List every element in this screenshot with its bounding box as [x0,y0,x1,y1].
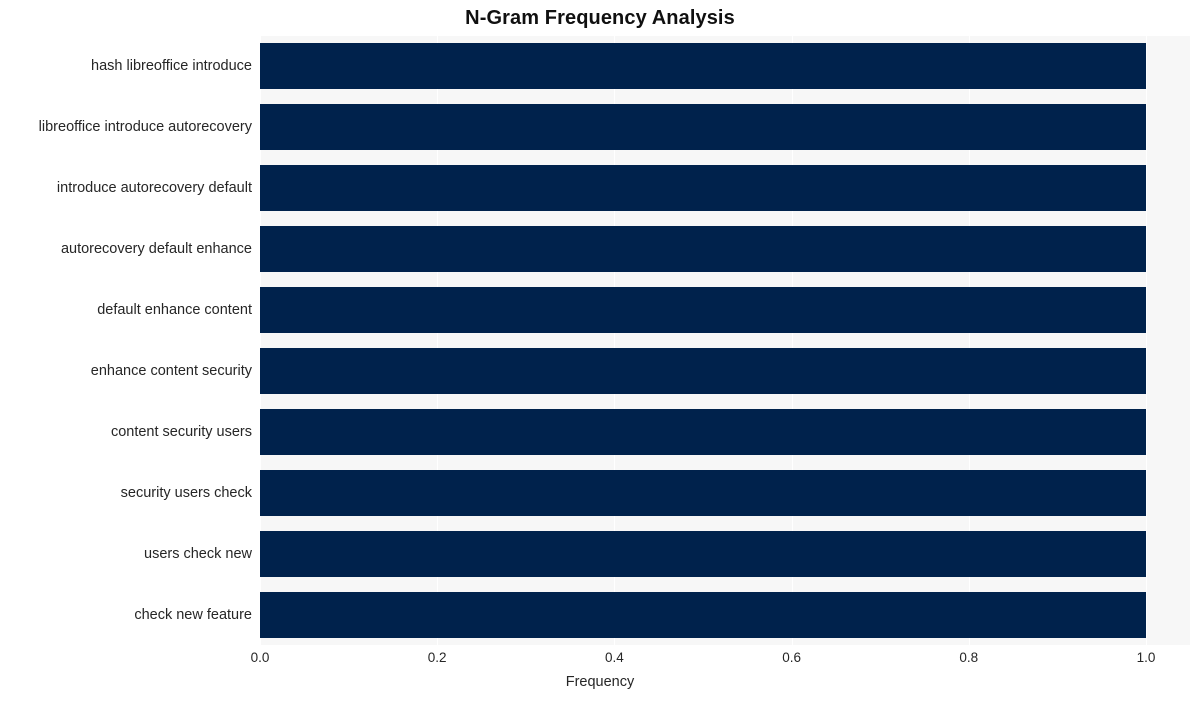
bar-row[interactable] [260,287,1190,334]
bar-row[interactable] [260,347,1190,394]
bar[interactable] [260,43,1146,90]
bar[interactable] [260,530,1146,577]
bar-row[interactable] [260,226,1190,273]
y-axis-tick-label: hash libreoffice introduce [91,58,252,75]
x-axis-tick-label: 0.4 [605,650,624,665]
x-axis-tick-label: 1.0 [1136,650,1156,665]
bar-row[interactable] [260,165,1190,212]
bar[interactable] [260,104,1146,151]
y-axis-tick-label: security users check [120,484,252,501]
bar[interactable] [260,287,1146,334]
bar[interactable] [260,347,1146,394]
bar-row[interactable] [260,591,1190,638]
y-axis-tick-label: enhance content security [90,362,252,379]
y-axis-tick-label: users check new [144,545,252,562]
y-axis-tick-label: check new feature [134,606,252,623]
bar-row[interactable] [260,408,1190,455]
x-axis-label: Frequency [565,674,635,690]
x-axis-tick-labels: 0.0 0.2 0.4 0.6 0.8 1.0 [0,650,1200,670]
bar[interactable] [260,408,1146,455]
y-axis-tick-label: default enhance content [97,302,252,319]
chart-figure: N-Gram Frequency Analysis hash libreoffi… [0,0,1200,701]
x-axis-tick-label: 0.0 [250,650,270,665]
chart-title: N-Gram Frequency Analysis [465,7,735,29]
bar[interactable] [260,469,1146,516]
y-axis-tick-label: autorecovery default enhance [60,241,252,258]
x-axis-tick-label: 0.6 [782,650,801,665]
y-axis-tick-label: introduce autorecovery default [56,180,252,197]
bars-layer [260,36,1190,645]
bar-row[interactable] [260,469,1190,516]
y-axis-tick-labels: hash libreoffice introduce libreoffice in… [0,36,252,645]
bar-row[interactable] [260,530,1190,577]
y-axis-tick-label: libreoffice introduce autorecovery [38,119,252,136]
y-axis-tick-label: content security users [110,423,252,440]
x-axis-tick-label: 0.8 [959,650,979,665]
bar[interactable] [260,226,1146,273]
bar[interactable] [260,165,1146,212]
bar-row[interactable] [260,104,1190,151]
plot-area [260,36,1190,645]
x-axis-tick-label: 0.2 [427,650,447,665]
bar[interactable] [260,591,1146,638]
bar-row[interactable] [260,43,1190,90]
